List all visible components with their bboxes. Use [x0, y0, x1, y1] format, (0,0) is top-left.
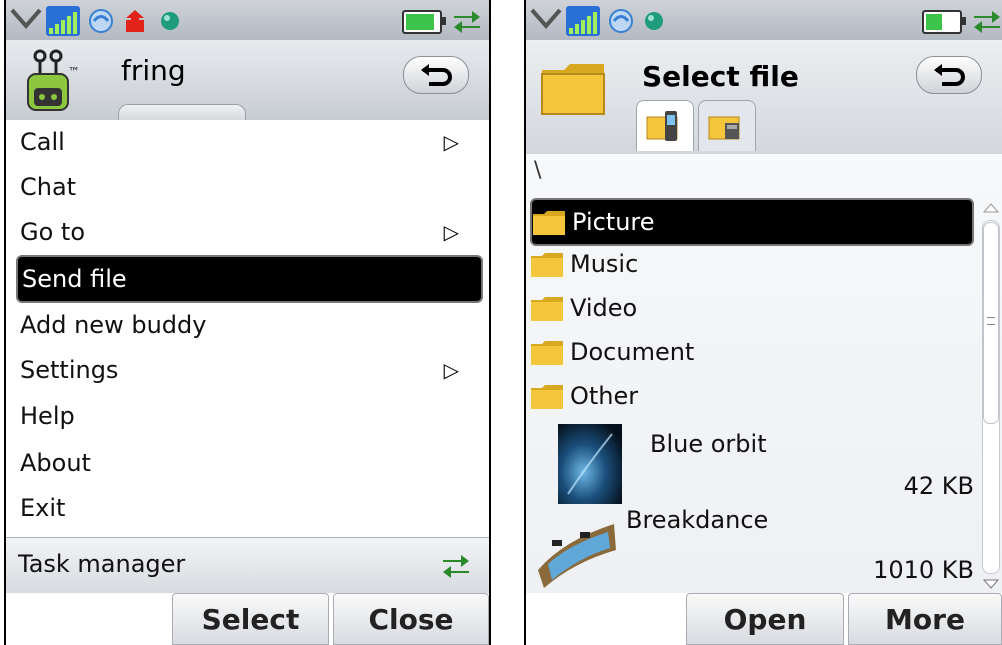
fring-logo-icon: ™	[27, 49, 80, 111]
current-path: \	[534, 158, 542, 183]
folder-icon	[531, 253, 563, 277]
menu-item-about[interactable]: About	[16, 441, 479, 485]
folder-icon	[531, 385, 563, 409]
folder-item-video[interactable]: Video	[530, 286, 974, 330]
menu-chevron-icon	[530, 8, 562, 30]
folder-label: Video	[570, 294, 638, 322]
menu-item-add-new-buddy[interactable]: Add new buddy	[16, 303, 479, 347]
file-item-blue-orbit[interactable]: Blue orbit 42 KB	[530, 418, 974, 508]
menu-item-label: Go to	[20, 218, 86, 246]
header-tab-strip	[118, 104, 246, 121]
scroll-down-icon[interactable]	[982, 576, 1000, 592]
select-button[interactable]: Select	[172, 593, 329, 645]
menu-item-send-file[interactable]: Send file	[16, 255, 483, 303]
fring-status-icon	[609, 9, 633, 33]
submenu-arrow-icon: ▷	[443, 358, 459, 382]
menu-item-go-to[interactable]: Go to ▷	[16, 210, 479, 254]
submenu-arrow-icon: ▷	[443, 130, 459, 154]
options-menu: Call ▷ Chat Go to ▷ Send file Add new budd…	[6, 120, 489, 534]
svg-text:™: ™	[68, 65, 80, 79]
back-arrow-icon	[421, 64, 452, 86]
file-item-breakdance[interactable]: Breakdance 1010 KB	[530, 504, 974, 594]
page-title: Select file	[642, 60, 799, 93]
file-size: 1010 KB	[873, 556, 974, 584]
folder-label: Music	[570, 250, 639, 278]
fring-menu-screen: ™ fring Call ▷ Chat Go to ▷ Send file Add …	[4, 0, 491, 645]
task-manager-bar[interactable]: Task manager	[6, 537, 489, 594]
folder-item-document[interactable]: Document	[530, 330, 974, 374]
folder-item-music[interactable]: Music	[530, 242, 974, 286]
tab-phone-memory[interactable]	[636, 100, 694, 151]
scroll-grip-icon	[987, 317, 995, 325]
menu-item-help[interactable]: Help	[16, 394, 479, 438]
app-title: fring	[121, 54, 186, 87]
file-size: 42 KB	[903, 472, 974, 500]
menu-item-label: Send file	[22, 265, 127, 293]
menu-item-label: Add new buddy	[20, 311, 207, 339]
softkey-bar: Open More	[526, 593, 1002, 645]
folder-label: Document	[570, 338, 695, 366]
back-arrow-icon	[934, 64, 965, 86]
scrollbar[interactable]	[980, 200, 1000, 592]
more-button[interactable]: More	[848, 593, 1002, 645]
back-button[interactable]	[916, 56, 982, 94]
menu-item-chat[interactable]: Chat	[16, 165, 479, 209]
open-button[interactable]: Open	[686, 593, 844, 645]
phone-folder-icon	[646, 111, 678, 141]
file-list: \ Picture Music Video Document Other Blu…	[526, 154, 1002, 593]
upload-icon	[126, 10, 144, 32]
file-name: Breakdance	[626, 506, 769, 534]
task-switch-icon	[454, 11, 480, 33]
tab-memory-card[interactable]	[698, 100, 756, 151]
menu-item-call[interactable]: Call ▷	[16, 120, 479, 164]
close-button[interactable]: Close	[333, 593, 489, 645]
file-name: Blue orbit	[650, 430, 767, 458]
fring-status-icon	[89, 9, 113, 33]
menu-item-exit[interactable]: Exit	[16, 486, 479, 530]
menu-item-label: Call	[20, 128, 65, 156]
app-header: ™ fring	[6, 40, 489, 121]
menu-item-label: About	[20, 449, 91, 477]
folder-label: Other	[570, 382, 639, 410]
select-file-screen: Select file \ Picture Music Video Docume…	[524, 0, 1002, 645]
task-switch-icon	[974, 11, 1000, 33]
globe-icon	[645, 12, 663, 30]
menu-item-label: Exit	[20, 494, 66, 522]
image-thumbnail-icon	[558, 424, 622, 504]
menu-item-label: Chat	[20, 173, 77, 201]
folder-label: Picture	[572, 208, 655, 236]
video-thumbnail-icon	[538, 524, 616, 588]
battery-icon	[402, 10, 446, 34]
status-bar	[526, 0, 1002, 40]
file-picker-header: Select file	[526, 40, 1002, 154]
folder-icon	[531, 297, 563, 321]
menu-chevron-icon	[10, 8, 42, 30]
scroll-up-icon[interactable]	[982, 200, 1000, 216]
task-switch-icon	[443, 555, 469, 578]
softkey-bar: Select Close	[6, 593, 489, 645]
battery-icon	[922, 10, 966, 34]
card-folder-icon	[708, 116, 740, 140]
task-manager-label: Task manager	[18, 550, 186, 578]
folder-item-picture[interactable]: Picture	[530, 198, 974, 246]
folder-icon	[531, 341, 563, 365]
storage-tabs	[636, 100, 756, 151]
status-bar	[6, 0, 489, 40]
folder-icon	[533, 211, 565, 235]
scroll-thumb[interactable]	[983, 222, 999, 424]
menu-item-label: Help	[20, 402, 75, 430]
globe-icon	[161, 12, 179, 30]
menu-item-settings[interactable]: Settings ▷	[16, 348, 479, 392]
folder-large-icon	[541, 64, 605, 115]
signal-icon	[46, 6, 80, 36]
submenu-arrow-icon: ▷	[443, 220, 459, 244]
back-button[interactable]	[403, 56, 469, 94]
folder-item-other[interactable]: Other	[530, 374, 974, 418]
signal-icon	[566, 6, 600, 36]
menu-item-label: Settings	[20, 356, 119, 384]
